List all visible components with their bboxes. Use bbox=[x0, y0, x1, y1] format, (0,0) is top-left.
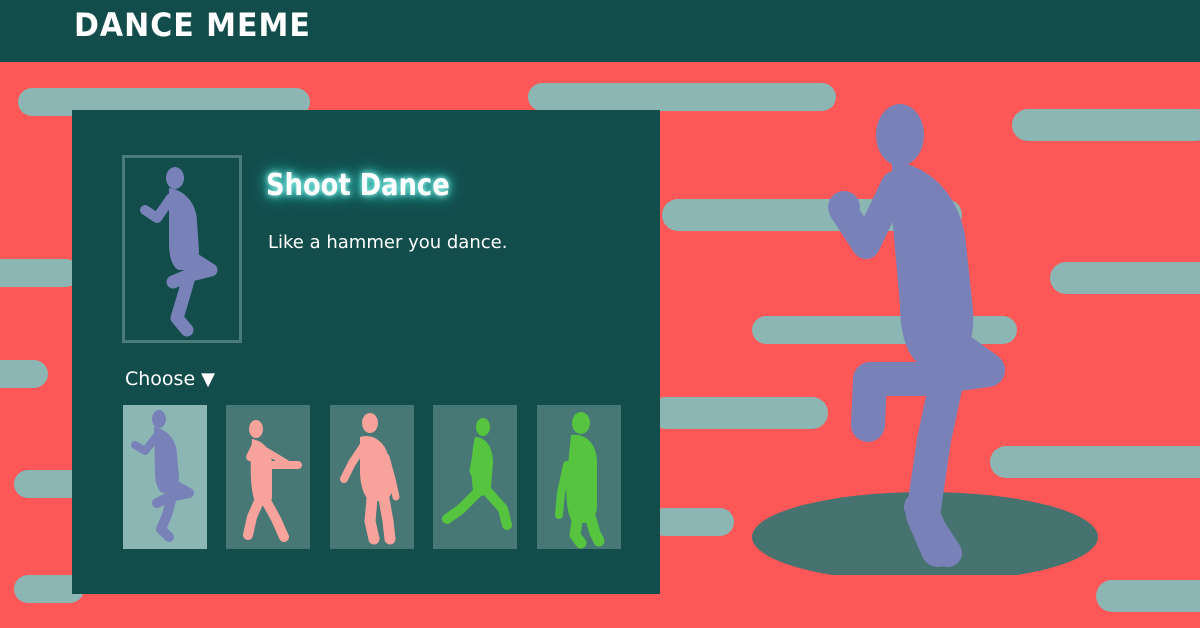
choose-label-text: Choose bbox=[125, 368, 196, 390]
background-stripe bbox=[0, 360, 48, 388]
background-stripe bbox=[0, 259, 80, 287]
dance-option-lunge[interactable] bbox=[433, 405, 517, 549]
dance-title: Shoot Dance bbox=[266, 168, 450, 203]
dance-option-shoot[interactable] bbox=[123, 405, 207, 549]
standing-dancer-icon bbox=[555, 412, 605, 549]
shoot-dancer-icon bbox=[131, 410, 194, 542]
top-bar: DANCE MEME bbox=[0, 0, 1200, 62]
stage-dancer-illustration bbox=[752, 104, 1098, 575]
brand-logo[interactable]: DANCE MEME bbox=[74, 7, 311, 45]
dance-preview-frame bbox=[122, 155, 242, 343]
dance-option-slouch[interactable] bbox=[330, 405, 414, 549]
dance-description: Like a hammer you dance. bbox=[268, 232, 508, 253]
dance-option-standing[interactable] bbox=[537, 405, 621, 549]
dance-option-floss[interactable] bbox=[226, 405, 310, 549]
big-dancer-figure bbox=[828, 104, 1005, 567]
floss-dancer-icon bbox=[243, 420, 302, 542]
triangle-down-icon: ▼ bbox=[201, 368, 215, 390]
slouch-dancer-icon bbox=[340, 413, 400, 545]
shoot-dancer-icon bbox=[140, 167, 218, 337]
background-stripe bbox=[1096, 580, 1200, 612]
dance-selection-panel: Shoot Dance Like a hammer you dance. Cho… bbox=[72, 110, 660, 594]
background-stripe bbox=[650, 508, 734, 536]
choose-label: Choose ▼ bbox=[125, 368, 215, 390]
lunge-dancer-icon bbox=[442, 418, 512, 530]
